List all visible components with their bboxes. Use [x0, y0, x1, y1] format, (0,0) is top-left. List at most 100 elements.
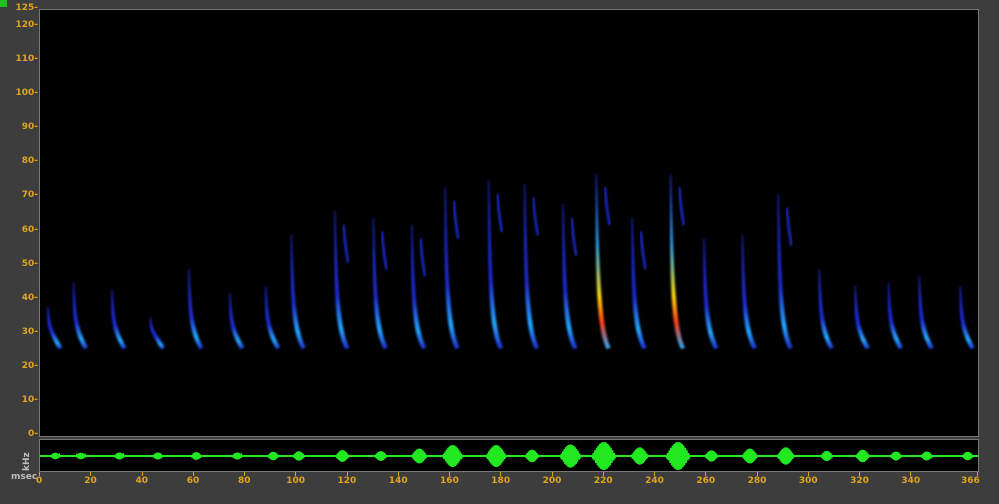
time-tick-label: 220: [593, 476, 613, 486]
call-pulse: [818, 269, 834, 350]
waveform-burst: [231, 452, 243, 460]
call-pulse: [703, 238, 719, 350]
time-tick-label: 280: [747, 476, 767, 486]
frequency-tick-label: 10-: [21, 394, 38, 405]
time-tick-label: 366: [961, 476, 980, 486]
call-pulse: [959, 286, 975, 350]
waveform-plot[interactable]: [40, 440, 978, 471]
waveform-burst: [630, 447, 649, 465]
frequency-tick-label: 90-: [21, 122, 38, 133]
call-harmonic: [785, 207, 794, 246]
waveform-burst: [741, 448, 759, 464]
waveform-burst: [411, 448, 428, 464]
spectrogram-panel[interactable]: [39, 9, 979, 437]
call-pulse: [334, 211, 350, 350]
waveform-burst: [485, 445, 507, 468]
call-pulse: [229, 292, 245, 350]
call-pulse: [372, 217, 388, 350]
waveform-burst: [374, 451, 388, 461]
call-pulse: [111, 289, 127, 350]
waveform-burst: [335, 450, 350, 462]
sonogram-window: 125- 120- 110- 100- 90- 80- 70- 60- 50- 40- 30- 20-…: [0, 0, 999, 504]
call-pulse: [595, 173, 611, 350]
frequency-tick-label: 125-: [15, 3, 38, 13]
call-pulse: [562, 204, 578, 350]
time-tick-label: 20: [84, 476, 97, 486]
waveform-burst: [441, 445, 464, 468]
call-harmonic: [495, 193, 504, 233]
time-tick-label: 300: [798, 476, 818, 486]
time-tick-label: 140: [388, 476, 408, 486]
waveform-burst: [855, 449, 871, 463]
frequency-tick-label: 20-: [21, 360, 38, 371]
waveform-burst: [889, 451, 903, 461]
call-harmonic: [639, 231, 647, 270]
time-unit-label: msec: [11, 472, 38, 482]
time-tick-label: 80: [238, 476, 251, 486]
frequency-tick-label: 30-: [21, 326, 38, 337]
call-pulse: [854, 286, 870, 350]
call-harmonic: [452, 200, 460, 240]
call-harmonic: [380, 231, 389, 270]
call-pulse: [72, 282, 89, 350]
time-axis: 0 20 40 60 80 100 120 140 160 180 200 220 240 260 280 3…: [36, 472, 980, 492]
waveform-burst: [267, 451, 280, 461]
frequency-tick-label: 70-: [21, 190, 38, 201]
frequency-tick-label: 110-: [15, 54, 38, 65]
waveform-burst: [961, 451, 974, 461]
waveform-burst: [50, 452, 61, 460]
call-pulse: [149, 316, 165, 350]
call-pulse: [670, 173, 686, 350]
time-tick-label: 0: [36, 476, 43, 486]
call-harmonic: [342, 224, 350, 263]
time-tick-label: 40: [135, 476, 149, 486]
call-pulse: [631, 217, 647, 350]
time-tick-label: 240: [645, 476, 664, 486]
time-tick-label: 160: [440, 476, 459, 486]
waveform-burst: [559, 444, 582, 468]
time-tick-label: 260: [696, 476, 716, 486]
time-tick-label: 340: [901, 476, 921, 486]
call-harmonic: [531, 197, 540, 236]
call-pulse: [918, 275, 934, 350]
frequency-tick-label: 120-: [15, 20, 38, 31]
call-harmonic: [677, 187, 686, 226]
call-pulse: [488, 180, 504, 350]
spectrogram-plot[interactable]: [40, 10, 978, 436]
time-tick-label: 200: [542, 476, 562, 486]
call-pulse: [47, 306, 63, 350]
call-harmonic: [603, 187, 612, 226]
frequency-tick-label: 0-: [28, 429, 38, 439]
waveform-burst: [113, 452, 126, 460]
call-pulse: [411, 224, 427, 350]
waveform-burst: [920, 451, 933, 461]
call-pulse: [777, 194, 793, 350]
waveform-burst: [75, 452, 87, 460]
app-corner-marker: [0, 0, 7, 7]
waveform-burst: [776, 447, 795, 465]
frequency-unit-label: kHz: [22, 452, 32, 471]
time-tick-label: 320: [850, 476, 869, 486]
waveform-burst: [591, 442, 617, 471]
time-tick-label: 180: [491, 476, 511, 486]
call-pulse: [741, 234, 757, 350]
call-harmonic: [419, 238, 427, 277]
call-pulse: [444, 187, 460, 350]
waveform-burst: [292, 451, 306, 461]
call-pulse: [290, 234, 306, 350]
frequency-tick-label: 40-: [21, 292, 38, 303]
call-pulse: [524, 183, 540, 350]
time-tick-label: 60: [186, 476, 200, 486]
call-pulse: [265, 286, 281, 350]
time-tick-label: 120: [337, 476, 357, 486]
waveform-burst: [820, 450, 834, 462]
call-pulse: [887, 282, 903, 350]
waveform-burst: [152, 452, 164, 460]
call-pulse: [188, 269, 204, 350]
call-harmonic: [570, 217, 578, 257]
waveform-burst: [524, 449, 540, 463]
frequency-tick-label: 80-: [21, 156, 38, 167]
waveform-burst: [665, 442, 691, 471]
waveform-panel[interactable]: [39, 439, 979, 472]
time-tick-label: 100: [286, 476, 306, 486]
